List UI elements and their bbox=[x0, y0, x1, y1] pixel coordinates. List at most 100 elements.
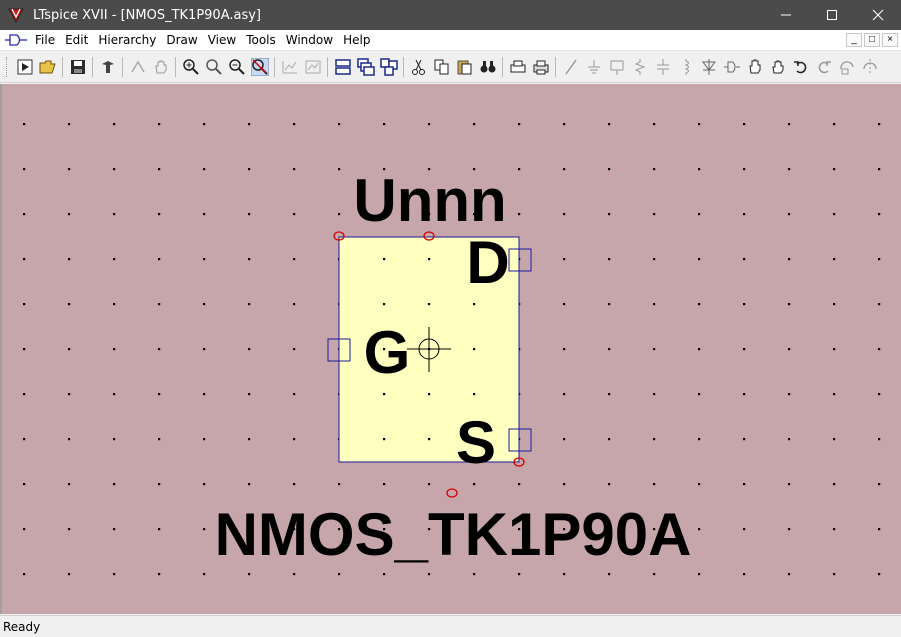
component-icon[interactable] bbox=[720, 56, 743, 78]
grid-dot bbox=[68, 348, 71, 351]
resistor-icon[interactable] bbox=[628, 56, 651, 78]
diode-icon[interactable] bbox=[697, 56, 720, 78]
grid-dot bbox=[68, 483, 71, 486]
grid-dot bbox=[608, 123, 611, 126]
pin-label-drain[interactable]: D bbox=[466, 229, 509, 296]
grid-dot bbox=[113, 483, 116, 486]
open-icon[interactable] bbox=[36, 56, 59, 78]
grid-dot bbox=[68, 123, 71, 126]
doc-minimize-button[interactable]: _ bbox=[846, 33, 862, 47]
grid-dot bbox=[653, 348, 656, 351]
menu-tools[interactable]: Tools bbox=[242, 33, 280, 47]
cascade-icon[interactable] bbox=[354, 56, 377, 78]
grid-dot bbox=[788, 213, 791, 216]
grid-dot bbox=[653, 123, 656, 126]
grid-dot bbox=[248, 213, 251, 216]
grid-dot bbox=[698, 393, 701, 396]
inductor-icon[interactable] bbox=[674, 56, 697, 78]
tile-horizontal-icon[interactable] bbox=[331, 56, 354, 78]
grid-dot bbox=[293, 573, 296, 576]
control-panel-icon[interactable] bbox=[96, 56, 119, 78]
rotate-icon[interactable] bbox=[835, 56, 858, 78]
doc-restore-button[interactable]: □ bbox=[864, 33, 880, 47]
zoom-out-icon[interactable] bbox=[225, 56, 248, 78]
grid-dot bbox=[833, 258, 836, 261]
menu-window[interactable]: Window bbox=[282, 33, 337, 47]
grid-dot bbox=[878, 213, 881, 216]
grid-dot bbox=[563, 258, 566, 261]
ground-icon[interactable] bbox=[582, 56, 605, 78]
grid-dot bbox=[698, 168, 701, 171]
grid-dot bbox=[743, 303, 746, 306]
grid-dot bbox=[158, 168, 161, 171]
pan-icon[interactable] bbox=[149, 56, 172, 78]
capacitor-icon[interactable] bbox=[651, 56, 674, 78]
print-preview-icon[interactable] bbox=[506, 56, 529, 78]
wire-icon[interactable] bbox=[559, 56, 582, 78]
redo-icon[interactable] bbox=[812, 56, 835, 78]
grid-dot bbox=[383, 303, 386, 306]
save-icon[interactable] bbox=[66, 56, 89, 78]
grid-dot bbox=[608, 483, 611, 486]
grid-dot bbox=[833, 573, 836, 576]
doc-close-button[interactable]: × bbox=[882, 33, 898, 47]
zoom-in-icon[interactable] bbox=[179, 56, 202, 78]
paste-icon[interactable] bbox=[453, 56, 476, 78]
symbol-name-text[interactable]: NMOS_TK1P90A bbox=[215, 501, 692, 568]
menu-hierarchy[interactable]: Hierarchy bbox=[94, 33, 160, 47]
tile-vertical-icon[interactable] bbox=[377, 56, 400, 78]
symbol-prefix-text[interactable]: Unnn bbox=[353, 167, 506, 234]
grid-dot bbox=[338, 168, 341, 171]
grid-dot bbox=[698, 348, 701, 351]
grid-dot bbox=[788, 168, 791, 171]
grid-dot bbox=[878, 528, 881, 531]
label-icon[interactable] bbox=[605, 56, 628, 78]
grid-dot bbox=[473, 573, 476, 576]
grid-dot bbox=[788, 258, 791, 261]
grid-dot bbox=[878, 123, 881, 126]
grid-dot bbox=[473, 483, 476, 486]
zoom-rect-icon[interactable] bbox=[202, 56, 225, 78]
minimize-icon[interactable] bbox=[763, 0, 809, 30]
undo-icon[interactable] bbox=[789, 56, 812, 78]
menu-help[interactable]: Help bbox=[339, 33, 374, 47]
grid-dot bbox=[653, 573, 656, 576]
grid-dot bbox=[608, 258, 611, 261]
copy-icon[interactable] bbox=[430, 56, 453, 78]
grid-dot bbox=[518, 483, 521, 486]
find-icon[interactable] bbox=[476, 56, 499, 78]
pin-label-source[interactable]: S bbox=[456, 409, 496, 476]
grid-dot bbox=[743, 528, 746, 531]
grid-dot bbox=[653, 483, 656, 486]
halt-icon[interactable] bbox=[126, 56, 149, 78]
print-icon[interactable] bbox=[529, 56, 552, 78]
grid-dot bbox=[293, 123, 296, 126]
drag-icon[interactable] bbox=[766, 56, 789, 78]
autorange-icon[interactable] bbox=[278, 56, 301, 78]
grid-dot bbox=[563, 348, 566, 351]
grid-dot bbox=[113, 168, 116, 171]
toolbar-separator bbox=[175, 57, 176, 77]
grid-dot bbox=[203, 393, 206, 396]
grid-dot bbox=[23, 348, 26, 351]
canvas-drawing[interactable]: Unnn D G S NMOS_TK1P90A bbox=[2, 84, 901, 614]
menu-edit[interactable]: Edit bbox=[61, 33, 92, 47]
menu-file[interactable]: File bbox=[31, 33, 59, 47]
maximize-icon[interactable] bbox=[809, 0, 855, 30]
menu-draw[interactable]: Draw bbox=[162, 33, 201, 47]
cut-icon[interactable] bbox=[407, 56, 430, 78]
grid-dot bbox=[518, 123, 521, 126]
run-icon[interactable] bbox=[13, 56, 36, 78]
zoom-fit-icon[interactable] bbox=[248, 56, 271, 78]
move-icon[interactable] bbox=[743, 56, 766, 78]
menu-view[interactable]: View bbox=[204, 33, 240, 47]
symbol-editor-canvas[interactable]: Unnn D G S NMOS_TK1P90A bbox=[0, 84, 901, 614]
pin-label-gate[interactable]: G bbox=[364, 319, 411, 386]
grid-dot bbox=[383, 573, 386, 576]
grid-dot bbox=[248, 348, 251, 351]
grid-dot bbox=[563, 438, 566, 441]
grid-dot bbox=[293, 258, 296, 261]
close-icon[interactable] bbox=[855, 0, 901, 30]
mirror-icon[interactable] bbox=[858, 56, 881, 78]
plot-settings-icon[interactable] bbox=[301, 56, 324, 78]
